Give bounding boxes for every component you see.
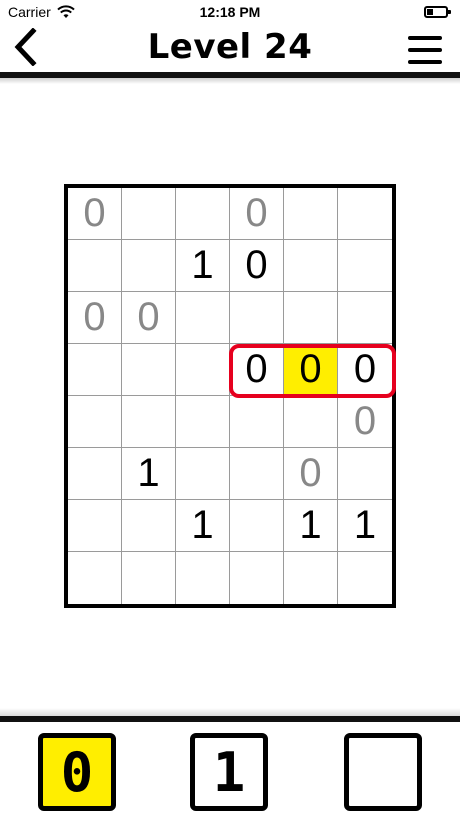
hamburger-menu-icon-bar-top — [408, 36, 442, 40]
grid-cell[interactable]: 1 — [176, 240, 230, 292]
header: Level 24 — [0, 24, 460, 74]
grid-cell[interactable]: 0 — [284, 448, 338, 500]
puzzle-grid: 001000000010111 — [64, 184, 396, 608]
input-clear-button[interactable] — [344, 733, 422, 811]
grid-cell[interactable] — [176, 396, 230, 448]
grid-cell[interactable] — [68, 396, 122, 448]
grid-cell[interactable] — [68, 344, 122, 396]
hamburger-menu-icon-bar-middle — [408, 48, 442, 52]
hamburger-menu-icon-bar-bottom — [408, 60, 442, 64]
grid-cell[interactable]: 0 — [338, 344, 392, 396]
grid-cell[interactable] — [284, 240, 338, 292]
grid-cell[interactable] — [68, 448, 122, 500]
grid-cell[interactable] — [230, 448, 284, 500]
input-zero-button[interactable]: 0 — [38, 733, 116, 811]
status-time: 12:18 PM — [199, 4, 261, 20]
battery-icon — [424, 6, 451, 18]
menu-button[interactable] — [408, 36, 442, 64]
grid-cell[interactable]: 1 — [122, 448, 176, 500]
bottom-divider — [0, 716, 460, 722]
grid-cell[interactable] — [230, 500, 284, 552]
grid-cell[interactable]: 0 — [230, 188, 284, 240]
grid-cell[interactable] — [122, 552, 176, 604]
bottom-shadow — [0, 708, 460, 716]
grid-cell[interactable] — [230, 292, 284, 344]
grid-cell[interactable] — [338, 188, 392, 240]
grid-cell[interactable] — [122, 188, 176, 240]
grid-cell[interactable] — [122, 344, 176, 396]
grid-cell[interactable] — [176, 188, 230, 240]
grid-cell[interactable]: 0 — [230, 240, 284, 292]
grid-cell[interactable] — [68, 500, 122, 552]
grid-cell[interactable] — [284, 292, 338, 344]
grid-cell[interactable]: 0 — [122, 292, 176, 344]
grid-cell[interactable] — [338, 552, 392, 604]
grid-cell[interactable] — [338, 240, 392, 292]
grid-cell[interactable] — [68, 240, 122, 292]
grid-cell[interactable]: 1 — [338, 500, 392, 552]
page-title: Level 24 — [147, 27, 313, 67]
grid-cell[interactable]: 0 — [230, 344, 284, 396]
grid-cell[interactable]: 0 — [338, 396, 392, 448]
status-bar: Carrier 12:18 PM — [0, 0, 460, 24]
grid-cell[interactable] — [122, 396, 176, 448]
grid-cell[interactable]: 1 — [284, 500, 338, 552]
grid-cell[interactable] — [284, 552, 338, 604]
battery-level — [427, 9, 433, 15]
grid-cell[interactable] — [122, 500, 176, 552]
grid-cell[interactable] — [176, 344, 230, 396]
grid-cell[interactable] — [338, 292, 392, 344]
grid-cell[interactable] — [284, 188, 338, 240]
grid-cell[interactable]: 0 — [68, 292, 122, 344]
game-screen: Carrier 12:18 PM Level 24 00100000001011 — [0, 0, 460, 818]
grid-cell[interactable]: 0 — [284, 344, 338, 396]
grid-cell[interactable] — [176, 292, 230, 344]
grid-cell[interactable] — [176, 552, 230, 604]
grid-cell[interactable] — [338, 448, 392, 500]
grid-cell[interactable]: 0 — [68, 188, 122, 240]
grid-cell[interactable] — [122, 240, 176, 292]
header-shadow — [0, 78, 460, 84]
grid-cell[interactable]: 1 — [176, 500, 230, 552]
grid-cell[interactable] — [176, 448, 230, 500]
grid-cell[interactable] — [284, 396, 338, 448]
grid-cell[interactable] — [230, 396, 284, 448]
grid-cell[interactable] — [230, 552, 284, 604]
input-one-button[interactable]: 1 — [190, 733, 268, 811]
grid-cell[interactable] — [68, 552, 122, 604]
